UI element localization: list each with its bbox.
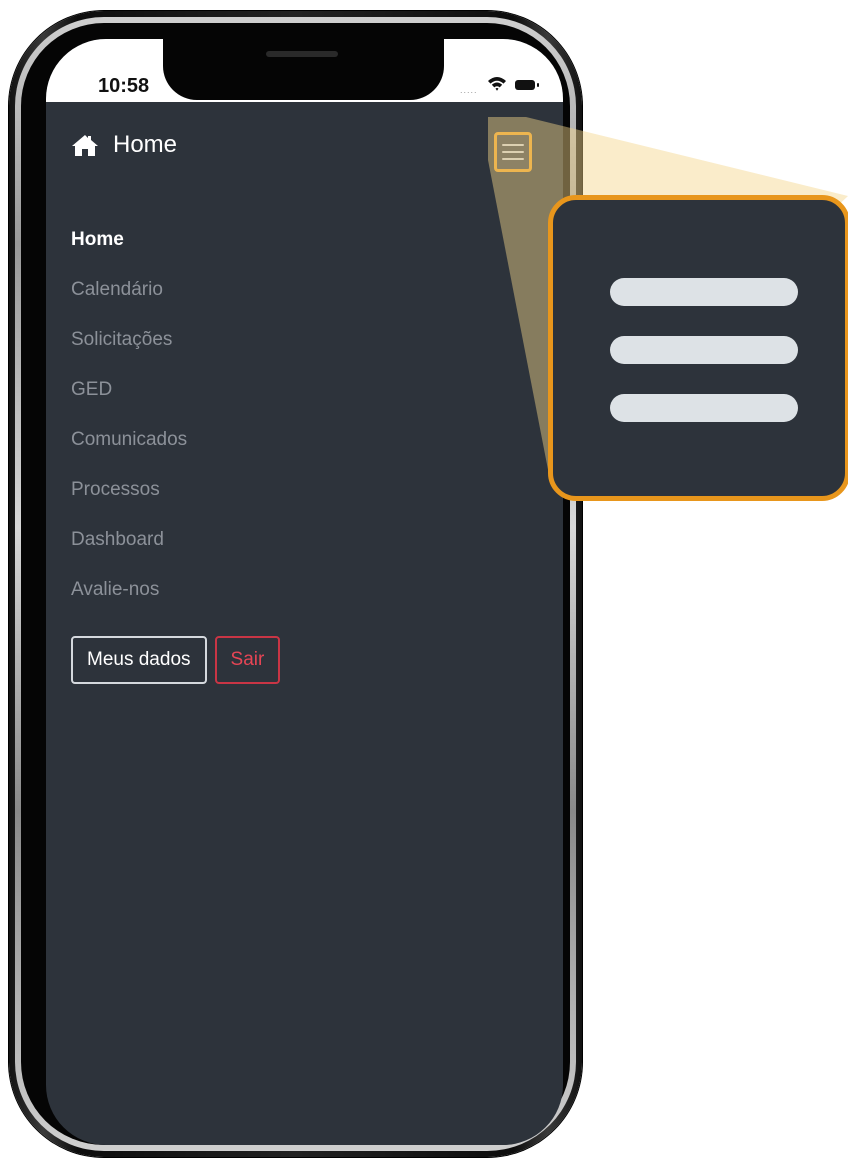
zoom-menu-line (610, 336, 798, 364)
nav-item-calendario[interactable]: Calendário (71, 279, 187, 329)
phone-screen: 10:58 ..... Home Home Calendário Solicit… (46, 39, 563, 1145)
meus-dados-button[interactable]: Meus dados (71, 636, 207, 684)
navbar-brand[interactable]: Home (71, 131, 177, 159)
phone-notch (163, 39, 444, 100)
zoom-menu-line (610, 394, 798, 422)
nav-item-ged[interactable]: GED (71, 379, 187, 429)
hamburger-menu-icon (502, 144, 524, 160)
status-bar: 10:58 ..... (46, 39, 563, 102)
brand-label: Home (113, 131, 178, 158)
hamburger-menu-button[interactable] (494, 132, 532, 172)
zoom-menu-line (610, 278, 798, 306)
speaker-grille (266, 51, 338, 57)
status-time: 10:58 (98, 75, 150, 97)
nav-item-dashboard[interactable]: Dashboard (71, 529, 187, 579)
sair-button[interactable]: Sair (214, 636, 281, 684)
nav-item-processos[interactable]: Processos (71, 479, 187, 529)
nav-item-comunicados[interactable]: Comunicados (71, 429, 187, 479)
nav-item-solicitacoes[interactable]: Solicitações (71, 329, 187, 379)
cell-signal-icon: ..... (460, 85, 478, 95)
home-icon (72, 135, 98, 156)
phone-frame: 10:58 ..... Home Home Calendário Solicit… (9, 11, 582, 1157)
zoomed-hamburger-callout (548, 195, 848, 501)
wifi-icon (488, 77, 506, 91)
nav-item-home[interactable]: Home (71, 229, 187, 279)
battery-icon (515, 80, 539, 90)
nav-item-avalie-nos[interactable]: Avalie-nos (71, 579, 187, 629)
nav-menu: Home Calendário Solicitações GED Comunic… (71, 229, 187, 629)
tutorial-figure: 10:58 ..... Home Home Calendário Solicit… (0, 0, 848, 1162)
account-actions: Meus dados Sair (71, 636, 281, 684)
